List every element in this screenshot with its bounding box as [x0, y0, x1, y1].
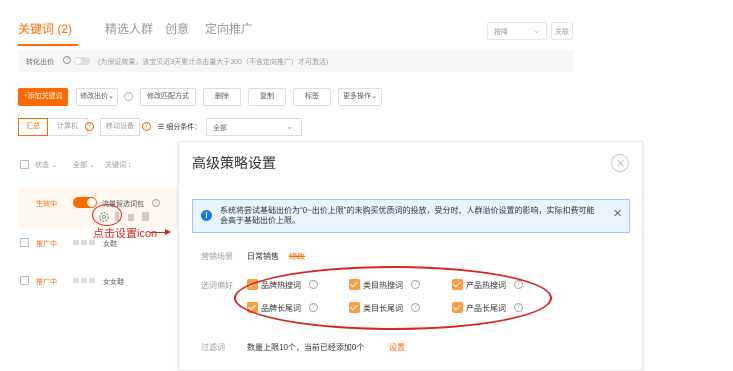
help-icon[interactable]: ?: [124, 92, 133, 101]
marketing-scene-edit-link[interactable]: 修改: [289, 251, 305, 262]
help-icon[interactable]: ?: [85, 122, 94, 131]
tag-button[interactable]: 标签: [293, 88, 331, 106]
annotation-ellipse: [234, 266, 552, 330]
keyword-column-label: 关键词: [105, 162, 126, 169]
filter-words-settings-link[interactable]: 设置: [389, 342, 405, 353]
alert-close-icon[interactable]: ✕: [613, 207, 622, 220]
copy-button[interactable]: 复制: [248, 88, 286, 106]
all-column-label: 全部: [73, 162, 87, 169]
placeholder-block: [73, 240, 79, 245]
row-status: 推广中: [36, 279, 57, 286]
chevron-down-icon: ⌄: [533, 26, 540, 35]
conversion-bid-bar: 转化出价 ? (为保证效果，该宝贝近3天累计点击量大于300（不含定向推广）才可…: [18, 50, 573, 72]
condition-select-value: 全部: [213, 125, 227, 132]
advanced-strategy-dialog: 高级策略设置 i 系统将尝试基础出价为“0~出价上限”的未购买优质词的投放，受分…: [178, 141, 643, 371]
chevron-down-icon: ⌄: [371, 93, 377, 100]
list-icon: ☰: [158, 124, 167, 131]
conversion-bid-switch[interactable]: [74, 57, 90, 65]
condition-select[interactable]: 全部 ⌄: [206, 118, 302, 136]
condition-label-text: 细分条件：: [166, 124, 202, 131]
chevron-down-icon: ⌄: [286, 122, 293, 131]
trend-icon[interactable]: [128, 214, 134, 221]
tab-selected-crowd[interactable]: 精选人群: [105, 20, 153, 37]
tab-creative[interactable]: 创意: [165, 20, 189, 37]
tab-targeting[interactable]: 定向推广: [205, 20, 253, 37]
help-icon[interactable]: ?: [142, 122, 151, 131]
filter-words-count: 数量上限10个，当前已经添加0个: [247, 343, 365, 352]
close-icon[interactable]: [611, 154, 629, 172]
help-icon[interactable]: ?: [152, 199, 160, 207]
status-column-label: 状态: [35, 162, 49, 169]
placeholder-block: [73, 278, 79, 283]
sort-select-value: 按降: [494, 29, 508, 36]
placeholder-block: [81, 278, 87, 283]
tab-keywords[interactable]: 关键词 (2): [18, 20, 72, 37]
conversion-bid-label: 转化出价: [26, 59, 54, 66]
delete-button[interactable]: 删除: [203, 88, 241, 106]
all-column-header[interactable]: 全部 ⌄: [73, 160, 95, 170]
modify-bid-label: 修改出价: [80, 93, 109, 100]
computer-chip-label: 计算机: [57, 123, 78, 130]
trash-icon[interactable]: [142, 212, 149, 221]
info-alert: i 系统将尝试基础出价为“0~出价上限”的未购买优质词的投放，受分时、人群溢价设…: [192, 199, 630, 233]
info-icon: i: [201, 210, 212, 221]
condition-label: ☰ 细分条件：: [158, 122, 201, 132]
modify-bid-button[interactable]: 修改出价⌄: [76, 88, 118, 106]
annotation-text: 点击设置icon: [93, 228, 158, 240]
placeholder-block: [89, 278, 95, 283]
help-icon[interactable]: ?: [63, 56, 71, 64]
sort-select[interactable]: 按降 ⌄: [487, 22, 547, 40]
arrow-right-icon: [165, 229, 171, 235]
select-all-checkbox[interactable]: [20, 160, 29, 169]
placeholder-block: [81, 240, 87, 245]
word-preference-label: 选词偏好: [201, 281, 233, 290]
row-status: 推广中: [36, 241, 57, 248]
marketing-scene-value: 日常销售: [247, 252, 279, 261]
chevron-down-icon: ⌄: [108, 93, 114, 100]
keyword-column-header[interactable]: 关键词 ↕: [105, 160, 131, 170]
add-keyword-button[interactable]: +添加关键词: [18, 88, 68, 106]
match-mode-button[interactable]: 修改匹配方式: [140, 88, 196, 106]
summary-chip[interactable]: 汇总: [18, 118, 48, 136]
row-checkbox[interactable]: [20, 276, 29, 285]
computer-chip[interactable]: 计算机: [48, 118, 88, 136]
status-column-header[interactable]: 状态 ⌄: [35, 160, 57, 170]
mobile-chip[interactable]: 移动设备: [100, 118, 140, 136]
row-status: 生效中: [36, 201, 57, 208]
annotation-circle: [92, 204, 122, 226]
row-checkbox[interactable]: [20, 238, 29, 247]
filter-words-label: 过滤词: [201, 343, 225, 352]
info-alert-text: 系统将尝试基础出价为“0~出价上限”的未购买优质词的投放，受分时、人群溢价设置的…: [220, 206, 595, 225]
associate-button[interactable]: 关联: [551, 22, 573, 40]
more-actions-button[interactable]: 更多操作⌄: [338, 88, 382, 106]
more-actions-label: 更多操作: [343, 93, 372, 100]
dialog-title: 高级策略设置: [192, 155, 276, 171]
tab-bar: 关键词 (2) 精选人群 创意 定向推广 按降 ⌄ 关联: [0, 0, 733, 46]
marketing-scene-label: 营销场景: [201, 252, 233, 261]
active-tab-underline: [18, 44, 78, 46]
row-toggle[interactable]: [73, 197, 97, 208]
conversion-bid-hint: (为保证效果，该宝贝近3天累计点击量大于300（不含定向推广）才可激活): [98, 59, 329, 66]
row-keyword: 女女鞋: [103, 279, 124, 286]
